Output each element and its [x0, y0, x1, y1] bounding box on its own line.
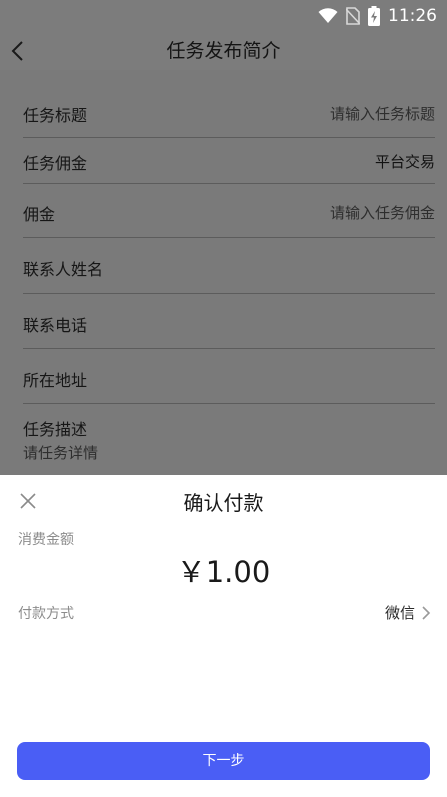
task-title-row[interactable]: 任务标题 请输入任务标题 — [0, 88, 447, 138]
commission-label: 佣金 — [23, 205, 56, 224]
battery-charging-icon — [368, 6, 380, 26]
amount-value: ￥1.00 — [176, 555, 271, 589]
no-sim-icon — [346, 7, 360, 25]
status-bar: 11:26 — [0, 0, 447, 32]
description-row[interactable]: 任务描述 请任务详情 — [0, 404, 447, 475]
task-title-label: 任务标题 — [23, 106, 88, 125]
task-commission-row[interactable]: 任务佣金 平台交易 — [0, 138, 447, 184]
contact-phone-row[interactable]: 联系电话 — [0, 294, 447, 349]
commission-input[interactable]: 请输入任务佣金 — [330, 202, 435, 223]
task-form: 任务标题 请输入任务标题 任务佣金 平台交易 佣金 请输入任务佣金 联系人姓名 … — [0, 70, 447, 475]
contact-name-label: 联系人姓名 — [23, 260, 104, 279]
commission-row[interactable]: 佣金 请输入任务佣金 — [0, 184, 447, 238]
task-commission-label: 任务佣金 — [23, 154, 88, 173]
payment-sheet: 确认付款 消费金额 ￥1.00 付款方式 微信 下一步 — [0, 475, 447, 797]
amount-label: 消费金额 — [18, 532, 74, 548]
next-step-button[interactable]: 下一步 — [17, 742, 430, 780]
sheet-title: 确认付款 — [183, 491, 264, 515]
page-title: 任务发布简介 — [166, 40, 281, 62]
app-header: 任务发布简介 — [0, 32, 447, 70]
chevron-right-icon[interactable] — [421, 605, 431, 621]
contact-phone-label: 联系电话 — [23, 316, 88, 335]
description-input[interactable]: 请任务详情 — [23, 442, 98, 463]
status-icons: 11:26 — [318, 6, 437, 26]
status-time: 11:26 — [388, 6, 437, 26]
description-label: 任务描述 — [23, 420, 88, 439]
address-label: 所在地址 — [23, 371, 88, 390]
payment-method-label: 付款方式 — [18, 606, 74, 622]
wifi-icon — [318, 8, 338, 23]
address-row[interactable]: 所在地址 — [0, 349, 447, 404]
contact-name-row[interactable]: 联系人姓名 — [0, 238, 447, 294]
task-title-input[interactable]: 请输入任务标题 — [330, 103, 435, 124]
payment-method-value[interactable]: 微信 — [385, 602, 415, 623]
task-commission-value[interactable]: 平台交易 — [375, 151, 435, 172]
